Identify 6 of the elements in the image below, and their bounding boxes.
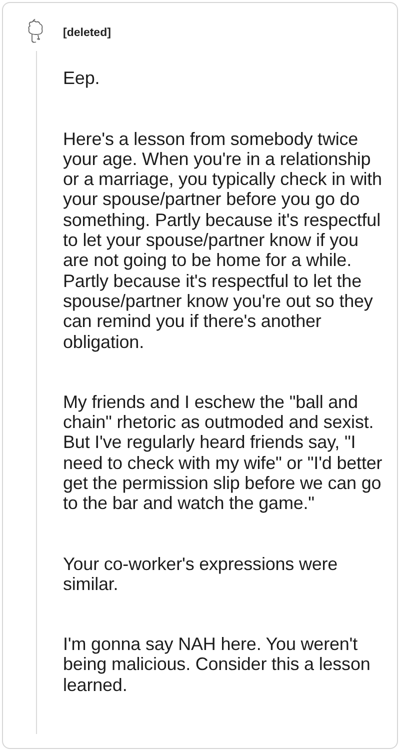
comment-paragraph: Your co-worker's expressions were similar.: [63, 554, 339, 594]
comment-paragraph: My friends and I eschew the "ball and chain" rhetoric as outmoded and sexist. But I've regularly heard friends say, "I need to check with my wife" or "I'd better get the permission slip before we can go to the bar and watch the game.": [63, 392, 384, 514]
comment-paragraph: Here's a lesson from somebody twice your age. When you're in a relationship or a marriage, you typically check in with your spouse/partner before you go do something. Partly because it's respectful to let your spouse/partner know if you are not going to be home for a while. Partly because it's respectful to let the spouse/partner know you're out so they can remind you if there's another obligation.: [63, 128, 383, 352]
comment-paragraph: I'm gonna say NAH here. You weren't being malicious. Consider this a lesson learned.: [63, 634, 372, 696]
username[interactable]: [deleted]: [63, 25, 385, 42]
comment-paragraph: Eep.: [63, 68, 101, 89]
